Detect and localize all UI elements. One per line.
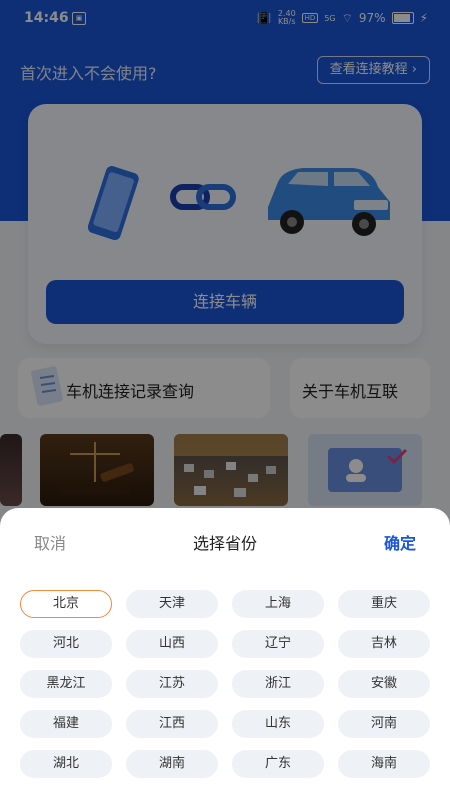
cancel-button[interactable]: 取消 [34, 530, 66, 554]
province-chip[interactable]: 辽宁 [232, 630, 324, 658]
province-chip[interactable]: 天津 [126, 590, 218, 618]
province-chip[interactable]: 安徽 [338, 670, 430, 698]
province-chip[interactable]: 山东 [232, 710, 324, 738]
confirm-button[interactable]: 确定 [384, 530, 416, 554]
sheet-title: 选择省份 [192, 534, 257, 553]
province-chip[interactable]: 河北 [20, 630, 112, 658]
province-chip[interactable]: 湖北 [20, 750, 112, 778]
province-chip[interactable]: 福建 [20, 710, 112, 738]
province-picker-sheet: 选择省份 取消 确定 北京 天津 上海 重庆河北 山西 辽宁 吉林黑龙江 江苏 浙江 安徽福建 江西… [0, 508, 450, 800]
province-chip[interactable]: 江苏 [126, 670, 218, 698]
province-chip[interactable]: 海南 [338, 750, 430, 778]
province-chip[interactable]: 广东 [232, 750, 324, 778]
province-chip[interactable]: 重庆 [338, 590, 430, 618]
province-chip[interactable]: 河南 [338, 710, 430, 738]
province-chip[interactable]: 上海 [232, 590, 324, 618]
province-chip[interactable]: 山西 [126, 630, 218, 658]
province-chip[interactable]: 浙江 [232, 670, 324, 698]
province-grid: 北京 天津 上海 重庆河北 山西 辽宁 吉林黑龙江 江苏 浙江 安徽福建 江西 山东 河南湖北 湖南 广东海… [20, 590, 430, 778]
province-chip[interactable]: 黑龙江 [20, 670, 112, 698]
province-chip[interactable]: 湖南 [126, 750, 218, 778]
province-chip[interactable]: 江西 [126, 710, 218, 738]
province-chip[interactable]: 吉林 [338, 630, 430, 658]
province-chip[interactable]: 北京 [20, 590, 112, 618]
